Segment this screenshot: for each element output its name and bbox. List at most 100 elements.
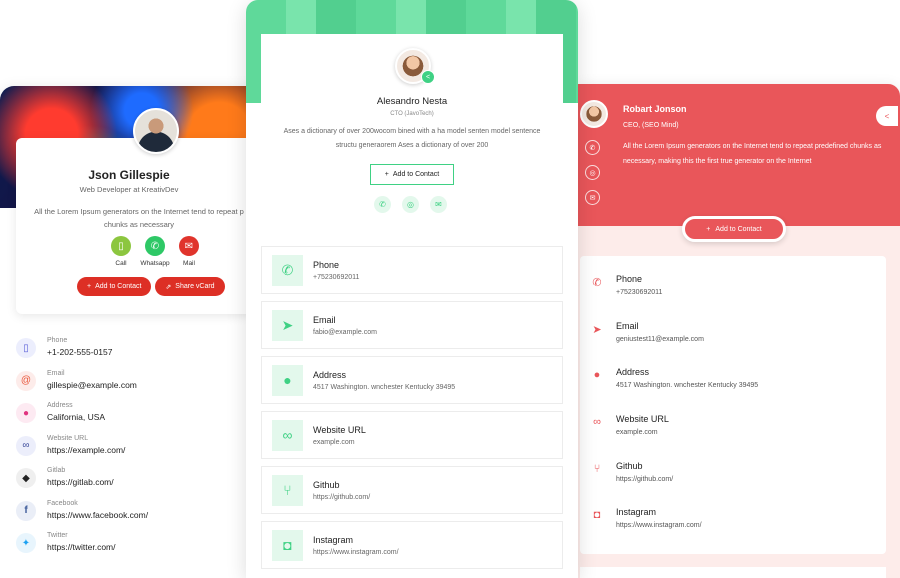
item-title: Website URL bbox=[313, 424, 366, 435]
profile-name: Robart Jonson bbox=[623, 104, 687, 114]
list-item[interactable]: ● Address 4517 Washington. wnchester Kent… bbox=[590, 367, 759, 389]
call-action[interactable]: ▯ Call bbox=[110, 236, 132, 267]
list-item[interactable]: ● Address 4517 Washington. wnchester Kent… bbox=[261, 356, 563, 404]
list-item[interactable]: ⑂ Github https://github.com/ bbox=[261, 466, 563, 514]
contact-value: gillespie@example.com bbox=[47, 379, 137, 390]
profile-role: CTO (JavoTech) bbox=[390, 111, 434, 117]
action-label: Mail bbox=[183, 260, 195, 267]
share-icon: ⇗ bbox=[165, 283, 172, 291]
list-item[interactable]: ➤ Email geniustest11@example.com bbox=[590, 321, 704, 343]
contact-value: https://example.com/ bbox=[47, 444, 126, 455]
button-label: Add to Contact bbox=[95, 283, 142, 290]
item-title: Website URL bbox=[616, 414, 669, 424]
contact-key: Website URL bbox=[47, 434, 89, 442]
list-item[interactable]: ∞ Website URL https://example.com/ bbox=[16, 434, 148, 467]
right-contact-panel: ✆ Phone +75230692011 ➤ Email geniustest11@… bbox=[580, 256, 886, 554]
list-item[interactable]: ✆ Phone +75230692011 bbox=[590, 274, 662, 296]
item-title: Phone bbox=[313, 259, 340, 270]
profile-description: All the Lorem Ipsum generators on the In… bbox=[623, 143, 882, 165]
item-title: Github bbox=[616, 461, 643, 471]
list-item[interactable]: ∞ Website URL example.com bbox=[590, 414, 669, 436]
add-to-contact-button[interactable]: + Add to Contact bbox=[370, 164, 454, 185]
add-to-contact-button[interactable]: + Add to Contact bbox=[682, 216, 786, 242]
left-contact-list: ▯ Phone +1-202-555-0157 @ Email gillespie@… bbox=[16, 336, 148, 564]
plus-icon: + bbox=[384, 171, 389, 178]
item-value: +75230692011 bbox=[616, 289, 663, 296]
item-value: example.com bbox=[616, 429, 658, 436]
quick-actions: ▯ Call ✆ Whatsapp ✉ Mail bbox=[110, 236, 200, 267]
contact-key: Twitter bbox=[47, 532, 68, 539]
list-item[interactable]: ◘ Instagram https://www.instagram.com/ bbox=[261, 521, 563, 569]
list-item[interactable]: f Facebook https://www.facebook.com/ bbox=[16, 499, 148, 532]
mail-icon[interactable]: ✉ bbox=[585, 190, 600, 205]
contact-value: https://www.facebook.com/ bbox=[47, 509, 149, 520]
item-title: Phone bbox=[616, 274, 643, 284]
item-value: fabio@example.com bbox=[313, 328, 377, 336]
send-icon: ➤ bbox=[592, 324, 602, 336]
link-icon: ∞ bbox=[272, 419, 303, 451]
at-icon: @ bbox=[16, 370, 36, 391]
list-item[interactable]: ∞ Website URL example.com bbox=[261, 411, 563, 459]
button-label: Add to Contact bbox=[715, 225, 762, 233]
contact-value: +1-202-555-0157 bbox=[47, 347, 113, 357]
list-item[interactable]: ⑂ Github https://github.com/ bbox=[590, 461, 674, 483]
pin-icon: ● bbox=[16, 403, 36, 423]
add-to-contact-button[interactable]: + Add to Contact bbox=[77, 277, 152, 296]
pin-icon: ● bbox=[272, 364, 303, 396]
avatar bbox=[580, 100, 608, 128]
share-icon[interactable]: < bbox=[421, 70, 435, 84]
list-item[interactable]: ➤ Email fabio@example.com bbox=[261, 301, 563, 349]
item-value: https://www.instagram.com/ bbox=[313, 548, 399, 556]
list-item[interactable]: ◘ Instagram https://www.instagram.com/ bbox=[590, 507, 702, 529]
whatsapp-icon: ✆ bbox=[145, 236, 165, 256]
item-value: +75230692011 bbox=[313, 273, 360, 281]
phone-icon: ✆ bbox=[592, 277, 602, 289]
whatsapp-icon[interactable]: ◎ bbox=[585, 165, 600, 180]
phone-icon: ✆ bbox=[272, 254, 303, 286]
contact-key: Address bbox=[47, 402, 73, 409]
git-branch-icon: ⑂ bbox=[272, 474, 303, 506]
mail-action[interactable]: ✉ Mail bbox=[178, 236, 200, 267]
list-item[interactable]: ▯ Phone +1-202-555-0157 bbox=[16, 336, 148, 369]
item-title: Instagram bbox=[313, 534, 354, 545]
item-value: 4517 Washington. wnchester Kentucky 3949… bbox=[313, 383, 456, 391]
contact-key: Email bbox=[47, 369, 65, 377]
item-title: Address bbox=[616, 367, 650, 377]
button-label: Add to Contact bbox=[392, 171, 440, 178]
phone-icon[interactable]: ✆ bbox=[585, 140, 600, 155]
link-icon: ∞ bbox=[593, 416, 601, 428]
share-icon[interactable]: < bbox=[876, 106, 898, 126]
vcard-showcase: Json Gillespie Web Developer at KreativD… bbox=[0, 0, 900, 578]
item-value: geniustest11@example.com bbox=[616, 336, 704, 343]
phone-icon[interactable]: ✆ bbox=[374, 196, 391, 213]
send-icon: ➤ bbox=[272, 309, 303, 341]
item-title: Github bbox=[313, 479, 340, 490]
item-value: example.com bbox=[313, 438, 355, 446]
middle-vcard: < Alesandro Nesta CTO (JavoTech) Ases a … bbox=[246, 0, 578, 578]
item-title: Address bbox=[313, 369, 347, 380]
list-item[interactable]: ✦ Twitter https://twitter.com/ bbox=[16, 531, 148, 564]
pin-icon: ● bbox=[593, 369, 601, 381]
phone-icon: ▯ bbox=[111, 236, 131, 256]
list-item[interactable]: ◆ Gitlab https://gitlab.com/ bbox=[16, 466, 148, 499]
whatsapp-icon[interactable]: ◎ bbox=[402, 196, 419, 213]
link-icon: ∞ bbox=[16, 435, 36, 456]
list-item[interactable]: @ Email gillespie@example.com bbox=[16, 369, 148, 402]
list-item[interactable]: ✆ Phone +75230692011 bbox=[261, 246, 563, 294]
item-title: Instagram bbox=[616, 507, 657, 517]
item-value: 4517 Washington. wnchester Kentucky 3949… bbox=[616, 382, 759, 389]
right-vcard: Robart Jonson CEO, (SEO Mind) All the Lo… bbox=[578, 84, 900, 578]
avatar bbox=[133, 108, 179, 154]
left-buttons: + Add to Contact ⇗ Share vCard bbox=[77, 277, 225, 296]
list-item[interactable]: ● Address California, USA bbox=[16, 401, 148, 434]
whatsapp-action[interactable]: ✆ Whatsapp bbox=[140, 236, 170, 267]
mail-icon[interactable]: ✉ bbox=[430, 196, 447, 213]
share-vcard-button[interactable]: ⇗ Share vCard bbox=[155, 277, 225, 296]
profile-name: Alesandro Nesta bbox=[376, 96, 448, 107]
mail-icon: ✉ bbox=[179, 236, 199, 256]
item-title: Email bbox=[313, 314, 336, 325]
left-vcard: Json Gillespie Web Developer at KreativD… bbox=[0, 86, 258, 578]
git-branch-icon: ⑂ bbox=[593, 463, 601, 475]
facebook-icon: f bbox=[16, 500, 36, 521]
contact-key: Gitlab bbox=[47, 467, 66, 474]
